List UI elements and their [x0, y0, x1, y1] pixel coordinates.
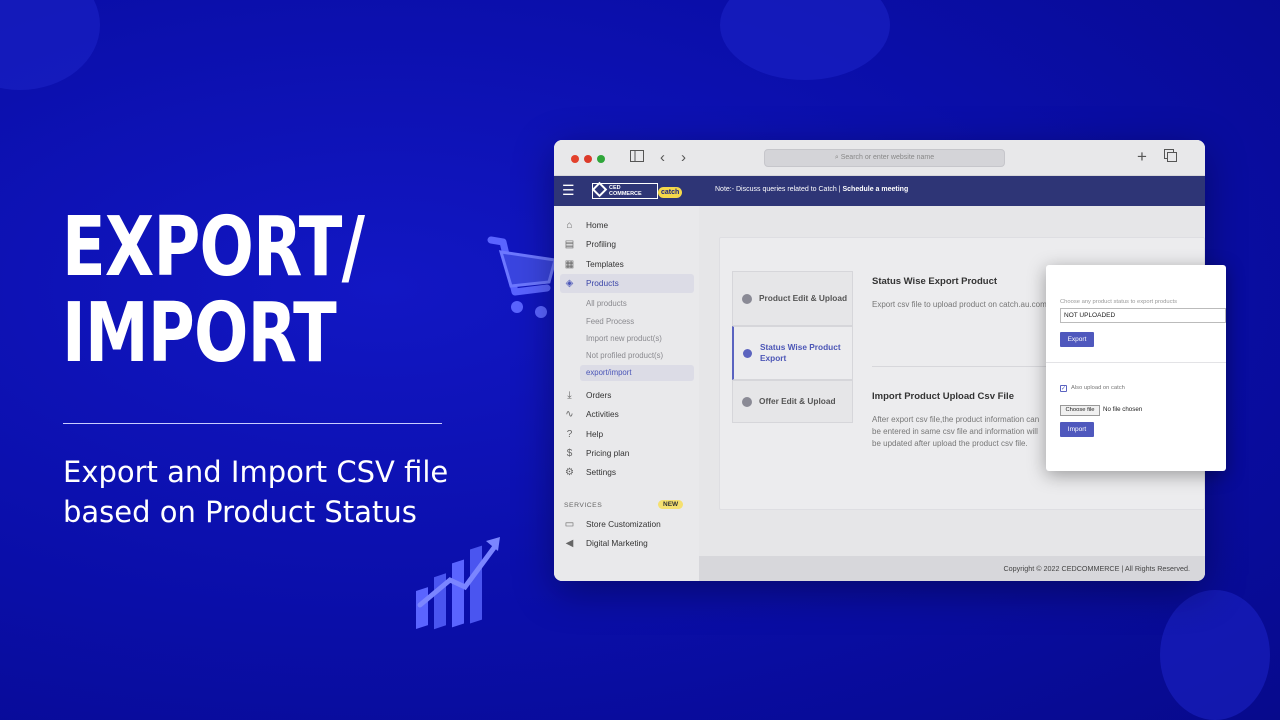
- sidebar-item-profiling[interactable]: ▤ Profiling: [560, 235, 694, 254]
- sidebar-item-label: Settings: [586, 467, 616, 477]
- catch-logo: catch: [658, 187, 683, 198]
- sidebar-item-help[interactable]: ? Help: [560, 425, 694, 444]
- monitor-icon: ▭: [564, 519, 575, 530]
- tab-label: Status Wise Product Export: [760, 342, 841, 363]
- gear-icon: ⚙: [565, 467, 574, 478]
- address-bar[interactable]: ⌕ Search or enter website name: [764, 149, 1005, 167]
- divider: [1046, 362, 1226, 363]
- divider: [872, 366, 1047, 367]
- status-select-label: Choose any product status to export prod…: [1060, 299, 1177, 305]
- minimize-window-icon[interactable]: [584, 155, 592, 163]
- sidebar-item-label: Products: [586, 278, 619, 288]
- address-placeholder: Search or enter website name: [840, 154, 935, 161]
- sidebar-subitem-all-products[interactable]: All products: [580, 296, 694, 312]
- sidebar-item-settings[interactable]: ⚙ Settings: [560, 463, 694, 482]
- sidebar-item-label: Orders: [586, 390, 612, 400]
- search-icon: ⌕: [834, 154, 839, 161]
- sidebar-item-products[interactable]: ◈ Products: [560, 274, 694, 293]
- app-header: ☰ CED COMMERCE catch Note:- Discuss quer…: [554, 176, 1205, 206]
- note-text: Note:- Discuss queries related to Catch …: [715, 186, 843, 193]
- decor-circle: [720, 0, 890, 80]
- tab-label: Product Edit & Upload: [759, 293, 848, 303]
- dollar-icon: $: [566, 448, 573, 459]
- home-icon: ⌂: [566, 220, 573, 231]
- sidebar-item-label: Templates: [586, 259, 624, 269]
- import-section-title: Import Product Upload Csv File: [872, 391, 1014, 402]
- maximize-window-icon[interactable]: [597, 155, 605, 163]
- sidebar-item-store-customization[interactable]: ▭ Store Customization: [560, 515, 694, 534]
- decor-circle: [0, 0, 100, 90]
- import-section-text: After export csv file,the product inform…: [872, 415, 1040, 448]
- sidebar-item-orders[interactable]: ⤓ Orders: [560, 386, 694, 405]
- sidebar-subitem-not-profiled[interactable]: Not profiled product(s): [580, 348, 694, 364]
- hero-title-line: IMPORT: [62, 286, 337, 381]
- hero-title: EXPORT/ IMPORT: [62, 200, 365, 381]
- sidebar-item-label: Profiling: [586, 239, 616, 249]
- sidebar-item-label: Store Customization: [586, 519, 661, 529]
- sidebar-subitem-feed-process[interactable]: Feed Process: [580, 314, 694, 330]
- tab-product-edit-upload[interactable]: Product Edit & Upload: [732, 271, 853, 326]
- upload-on-catch-label: Also upload on catch: [1071, 385, 1125, 391]
- close-window-icon[interactable]: [571, 155, 579, 163]
- help-icon: ?: [566, 429, 573, 440]
- schedule-meeting-link[interactable]: Schedule a meeting: [842, 186, 908, 193]
- profiling-icon: ▤: [564, 239, 575, 250]
- megaphone-icon: ◀: [565, 538, 574, 549]
- sidebar-item-home[interactable]: ⌂ Home: [560, 216, 694, 235]
- export-button[interactable]: Export: [1060, 332, 1094, 347]
- hero-subtitle: Export and Import CSV file based on Prod…: [63, 452, 483, 532]
- upload-on-catch-checkbox[interactable]: ✓: [1060, 385, 1067, 392]
- footer-copyright: Copyright © 2022 CEDCOMMERCE | All Right…: [699, 556, 1205, 581]
- sidebar-item-label: Help: [586, 429, 604, 439]
- back-icon[interactable]: ‹: [660, 149, 665, 167]
- sidebar: ⌂ Home ▤ Profiling ▦ Templates ◈ Product…: [554, 206, 699, 581]
- hero-subtitle-line: Export and Import CSV file: [63, 455, 449, 489]
- file-status-text: No file chosen: [1103, 406, 1143, 413]
- menu-icon[interactable]: ☰: [562, 182, 575, 199]
- sidebar-item-label: Digital Marketing: [586, 538, 648, 548]
- sidebar-subitem-export-import[interactable]: export/import: [580, 365, 694, 381]
- shopping-cart-icon: [487, 236, 557, 318]
- sidebar-item-label: Activities: [586, 409, 619, 419]
- services-heading: SERVICES: [564, 502, 603, 509]
- tab-offer-edit-upload[interactable]: Offer Edit & Upload: [732, 380, 853, 423]
- export-section-text: Export csv file to upload product on cat…: [872, 300, 1047, 309]
- decor-circle: [1160, 590, 1270, 720]
- tab-status-wise-export[interactable]: Status Wise Product Export: [732, 326, 853, 380]
- growth-chart-icon: [416, 537, 500, 630]
- forward-icon[interactable]: ›: [681, 149, 686, 167]
- tab-icon: [742, 293, 752, 304]
- templates-icon: ▦: [564, 259, 575, 270]
- choose-file-button[interactable]: Choose file: [1060, 405, 1100, 416]
- hero-title-line: EXPORT/: [62, 200, 365, 295]
- tab-icon: [742, 396, 752, 407]
- tag-icon: ◈: [565, 278, 574, 289]
- sidebar-subitem-import-new[interactable]: Import new product(s): [580, 331, 694, 347]
- activities-icon: ∿: [565, 409, 574, 420]
- logo-text: COMMERCE: [609, 191, 642, 197]
- new-badge: NEW: [658, 500, 684, 509]
- divider: [63, 423, 442, 424]
- export-section-title: Status Wise Export Product: [872, 276, 998, 287]
- import-button[interactable]: Import: [1060, 422, 1094, 437]
- tab-icon: [743, 349, 752, 358]
- sidebar-toggle-icon[interactable]: [630, 149, 644, 167]
- sidebar-item-templates[interactable]: ▦ Templates: [560, 255, 694, 274]
- sidebar-item-label: Pricing plan: [586, 448, 630, 458]
- tabs-icon[interactable]: [1164, 149, 1177, 167]
- orders-icon: ⤓: [567, 390, 572, 401]
- sidebar-item-digital-marketing[interactable]: ◀ Digital Marketing: [560, 534, 694, 553]
- header-note: Note:- Discuss queries related to Catch …: [715, 186, 908, 193]
- new-tab-icon[interactable]: +: [1137, 148, 1147, 166]
- tab-label: Offer Edit & Upload: [759, 396, 836, 406]
- sidebar-item-activities[interactable]: ∿ Activities: [560, 405, 694, 424]
- sidebar-item-label: Home: [586, 220, 609, 230]
- sidebar-item-pricing[interactable]: $ Pricing plan: [560, 444, 694, 463]
- browser-chrome: ‹ › ⌕ Search or enter website name +: [554, 140, 1205, 176]
- status-select[interactable]: NOT UPLOADED: [1060, 308, 1226, 323]
- export-import-panel: Choose any product status to export prod…: [1046, 265, 1226, 471]
